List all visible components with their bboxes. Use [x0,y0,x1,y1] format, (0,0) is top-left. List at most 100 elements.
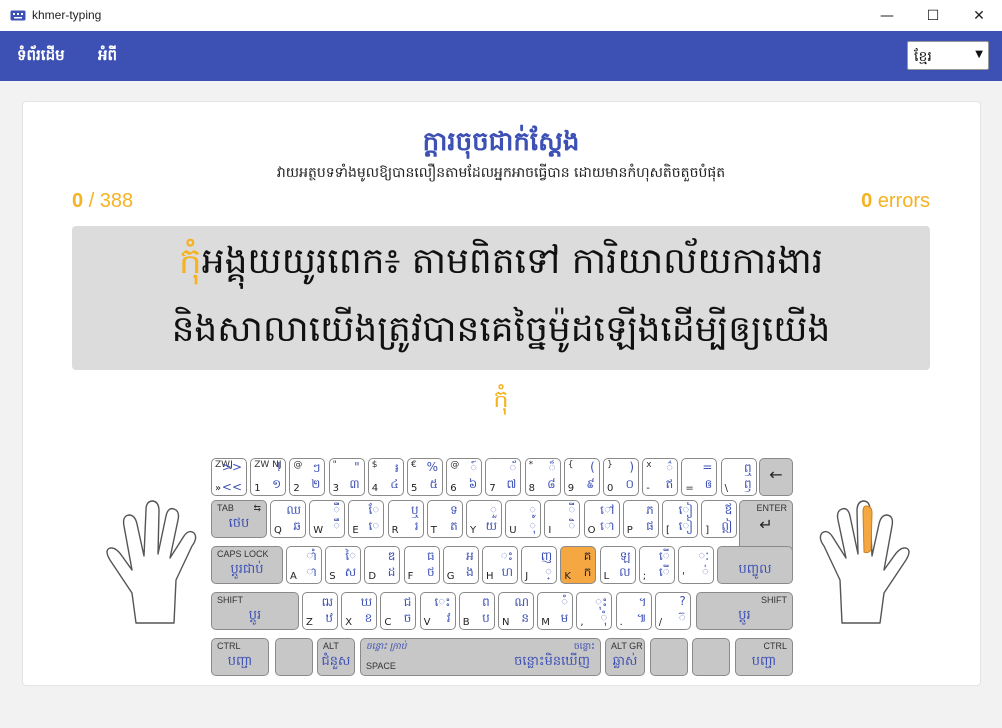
key-c61[interactable]: = = ឲ [681,458,718,496]
right-shift-key[interactable]: SHIFT ប្តូរ [696,592,793,630]
key-c187[interactable]: ZWJ» >> << [211,458,247,496]
key-8[interactable]: * 8៏៨ [524,458,561,496]
key-p[interactable]: Pភផ [622,500,659,538]
key-4[interactable]: $4 ៛៤ [367,458,404,496]
key-c45[interactable]: x -៌ឥ [642,458,679,496]
key-r[interactable]: Rឬរ [387,500,424,538]
chevron-down-icon: ▼ [975,49,983,60]
key-shift-symbol: $ [371,460,378,470]
close-button[interactable]: ✕ [956,0,1002,31]
key-khmer-base: ច [403,611,412,625]
key-x[interactable]: Xឃខ [341,592,378,630]
nav-about-link[interactable]: អំពី [98,46,117,68]
caps-lock-key[interactable]: CAPS LOCK ប្តូរជាប់ [211,546,283,584]
language-select[interactable]: ខ្មែរ ▼ [907,41,989,70]
caps-lock-label: CAPS LOCK [217,549,269,559]
nav-home-link[interactable]: ទំព័រដើម [17,46,65,68]
left-ctrl-label: CTRL [217,641,241,651]
key-3[interactable]: " 3 " ៣ [328,458,365,496]
key-c46[interactable]: . ។៕ [615,592,652,630]
alt-key[interactable]: ALT ជំនួស [317,638,355,676]
left-ctrl-key[interactable]: CTRL បញ្ជា [211,638,269,676]
enter-return-icon: ↵ [759,515,773,534]
space-key-label: SPACE [366,661,396,671]
key-g[interactable]: Gអង [442,546,479,584]
key-latin-label: 3 [332,483,339,494]
key-c92[interactable]: \ ឮឭ [720,458,757,496]
key-latin-label: X [345,617,353,628]
key-h[interactable]: Hះហ [482,546,518,584]
left-shift-key[interactable]: SHIFT ប្តូរ [211,592,299,630]
key-khmer-base: េ [368,519,380,533]
key-khmer-base: ល [619,565,631,579]
character-breakdown: កុំ [0,384,1002,419]
key-u[interactable]: Uូុ [505,500,542,538]
key-khmer-base: ឦ [721,519,733,533]
key-1[interactable]: ZW NJ 1! ១ [250,458,287,496]
key-z[interactable]: Zឍឋ [302,592,338,630]
key-n[interactable]: Nណន [498,592,534,630]
key-a[interactable]: Aាំា [286,546,322,584]
key-d[interactable]: Dឌដ [364,546,401,584]
backspace-key[interactable]: ← [759,458,793,496]
alt-gr-key[interactable]: ALT GR ឆ្លាស់ [605,638,645,676]
key-shift-symbol: { [567,460,574,470]
key-k[interactable]: Kគក [560,546,597,584]
key-latin-label: D [368,571,377,582]
key-c[interactable]: Cជច [380,592,417,630]
key-c91[interactable]: [ៀៀ [662,500,698,538]
key-khmer-shift: % [426,460,438,474]
key-m[interactable]: Mំម [537,592,574,630]
typing-text-box[interactable]: កុំអង្គុយយូរពេក៖ តាមពិតទៅ ការិយាល័យការងា… [72,226,930,370]
key-2[interactable]: @2 ៗ២ [289,458,326,496]
key-c59[interactable]: ;ើើ [638,546,675,584]
key-khmer-base: ្ [545,565,553,579]
tab-key[interactable]: TAB ⇆ ថេប [211,500,267,538]
right-win-key[interactable] [650,638,688,676]
menu-key[interactable] [692,638,730,676]
maximize-icon: ☐ [926,7,940,24]
key-b[interactable]: Bពប [458,592,495,630]
right-shift-label: SHIFT [761,595,787,605]
progress-current: 0 [72,190,84,212]
key-j[interactable]: J ញ្ [521,546,558,584]
space-key[interactable]: ចន្លោះ ក្រាប់ ចន្លោះ SPACE ចន្លោះមិនឃើញ [360,638,601,676]
enter-key-lower[interactable]: បញ្ចូល [717,546,793,584]
key-l[interactable]: Lឡល [599,546,636,584]
key-latin-label: 4 [371,483,379,494]
right-hand-icon [819,500,910,624]
key-c44[interactable]: ,ុះុំ [576,592,613,630]
key-7[interactable]: 7័៧ [485,458,522,496]
progress-counter: 0 / 388 [72,190,133,213]
key-khmer-base: ោ [600,519,615,533]
key-5[interactable]: €5% ៥ [407,458,443,496]
key-6[interactable]: @6៍៦ [446,458,483,496]
key-t[interactable]: Tទត [426,500,463,538]
enter-key-khmer: បញ្ចូល [738,562,772,577]
key-khmer-shift: >> [221,460,242,474]
key-c39[interactable]: 'ៈ់ [678,546,714,584]
key-f[interactable]: Fធថ [403,546,440,584]
maximize-button[interactable]: ☐ [910,0,956,31]
key-khmer-base: ឭ [743,477,752,491]
key-latin-label: 2 [293,483,300,494]
key-0[interactable]: } 0) ០ [603,458,639,496]
right-ctrl-key[interactable]: CTRL បញ្ជា [735,638,793,676]
key-s[interactable]: Sៃស [325,546,362,584]
key-c93[interactable]: ] ឪឦ [701,500,738,538]
key-c47[interactable]: /?៊ [654,592,691,630]
key-q[interactable]: Qឈឆ [270,500,306,538]
minimize-button[interactable]: — [864,0,910,31]
key-i[interactable]: Iីិ [544,500,581,538]
key-w[interactable]: Wឺឹ [309,500,346,538]
left-win-key[interactable] [275,638,313,676]
key-shift-symbol: " [332,460,337,470]
key-khmer-base: ត [450,519,458,533]
key-e[interactable]: Eែេ [348,500,385,538]
key-khmer-base: ា [306,565,317,579]
caps-lock-khmer: ប្តូរជាប់ [230,562,264,577]
key-o[interactable]: Oៅោ [583,500,620,538]
key-9[interactable]: {9 (៩ [563,458,600,496]
key-v[interactable]: Vេះវ [419,592,456,630]
key-y[interactable]: Yួយ [466,500,502,538]
